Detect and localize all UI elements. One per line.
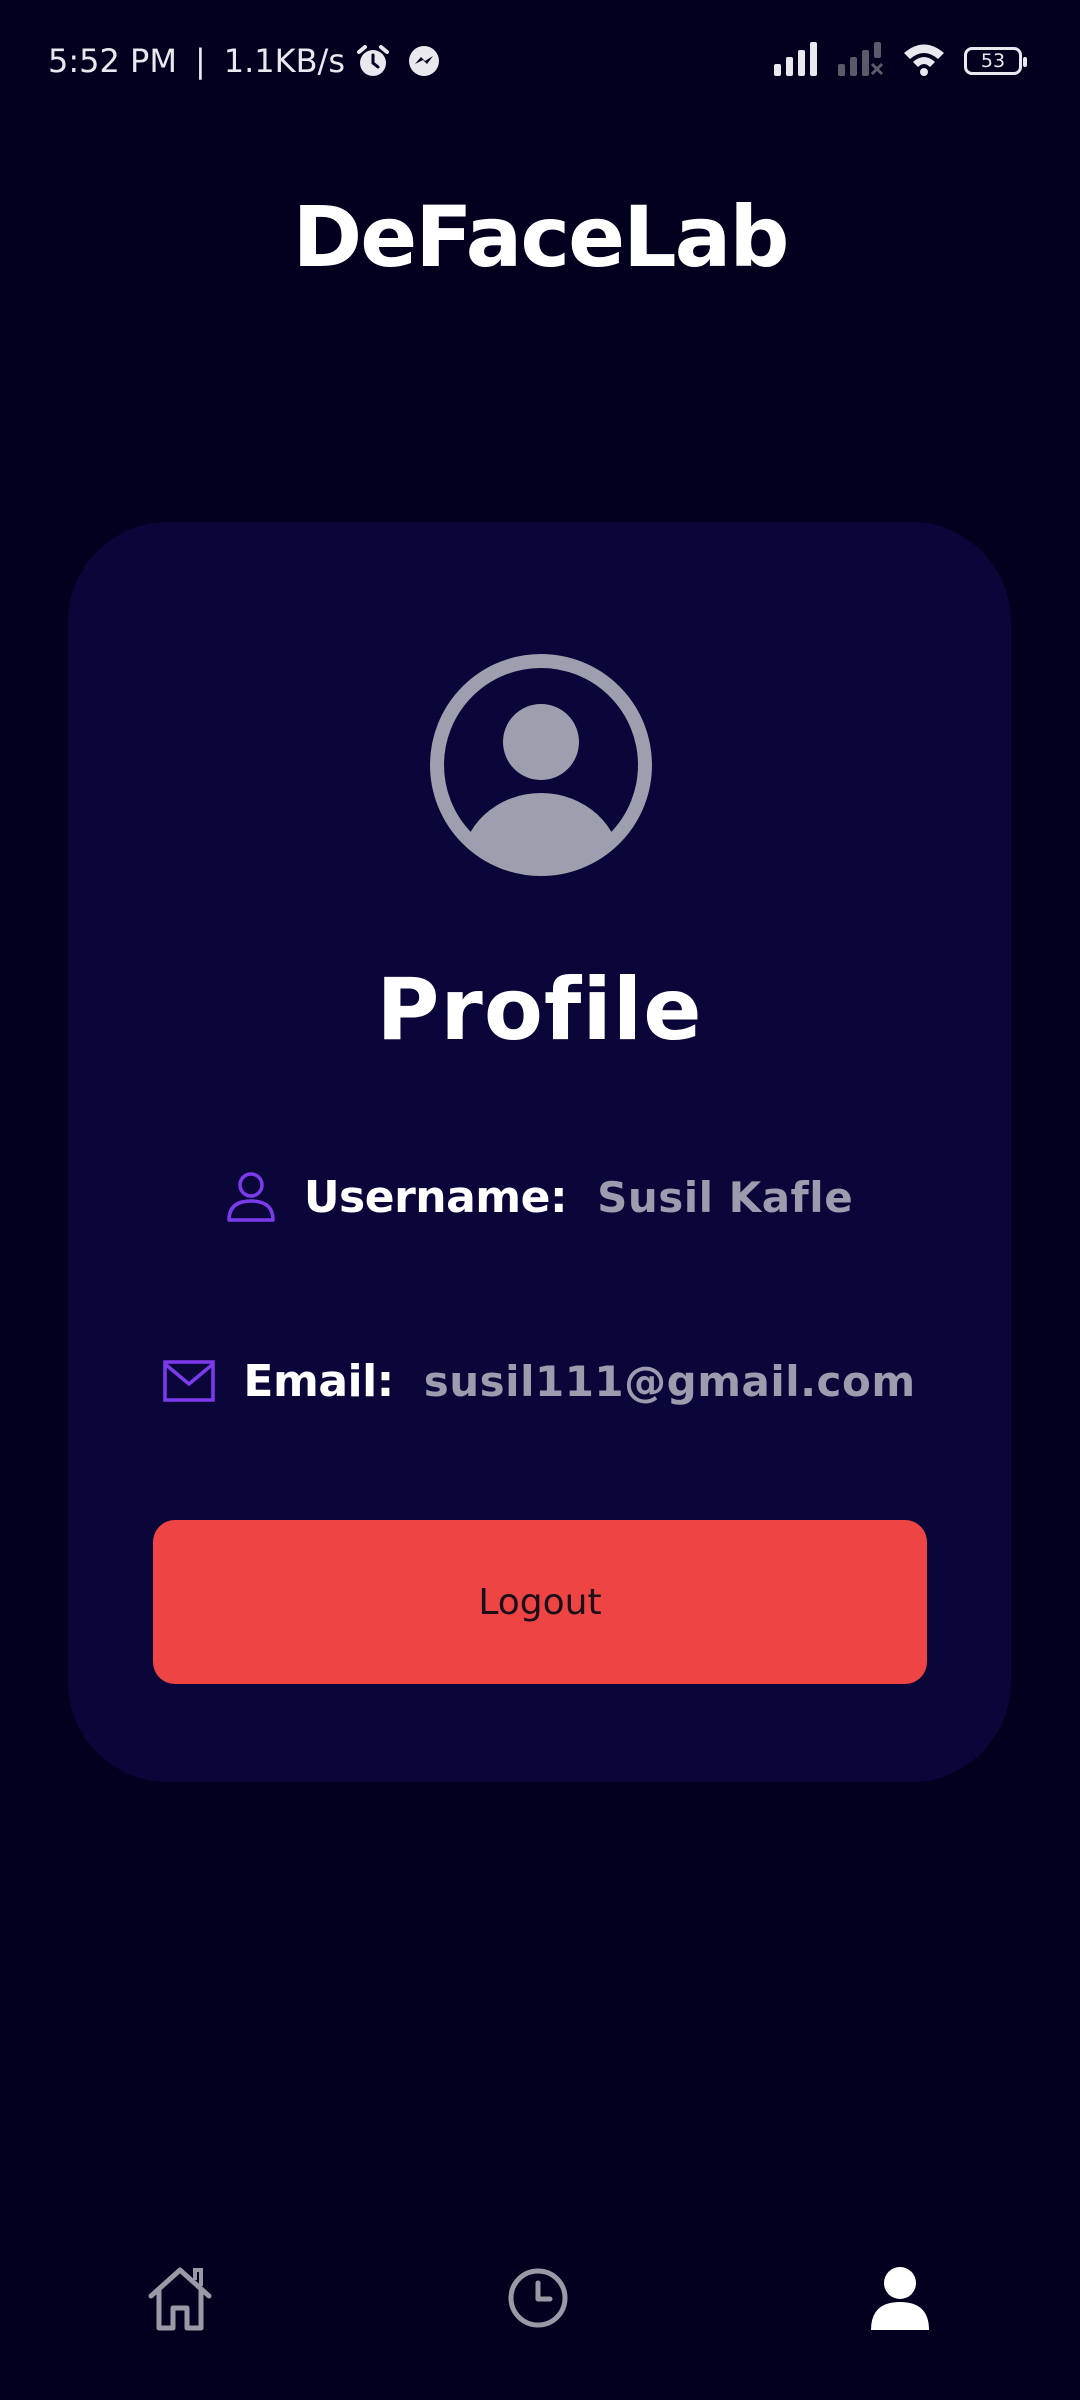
profile-icon <box>869 2266 931 2334</box>
app-title: DeFaceLab <box>292 188 790 286</box>
logout-button[interactable]: Logout <box>153 1520 927 1684</box>
signal-icon <box>774 42 820 80</box>
alarm-icon <box>355 43 391 79</box>
mail-icon <box>163 1360 216 1402</box>
bottom-nav <box>0 2240 1080 2360</box>
profile-heading: Profile <box>376 960 703 1060</box>
user-icon <box>226 1171 276 1223</box>
email-value: susil111@gmail.com <box>423 1356 916 1406</box>
status-network-speed: 1.1KB/s <box>223 42 345 80</box>
profile-card: Profile Username: Susil Kafle Email: sus… <box>68 522 1011 1782</box>
status-time: 5:52 PM <box>48 42 177 80</box>
status-bar: 5:52 PM | 1.1KB/s 53 <box>0 0 1080 120</box>
status-left: 5:52 PM | 1.1KB/s <box>48 36 441 86</box>
email-label: Email: <box>243 1355 394 1407</box>
battery-icon: 53 <box>964 47 1027 75</box>
wifi-icon <box>902 42 946 80</box>
nav-home[interactable] <box>120 2240 240 2360</box>
status-right: 53 <box>774 38 1027 84</box>
status-separator: | <box>194 42 206 80</box>
username-label: Username: <box>303 1171 568 1223</box>
history-icon <box>507 2267 569 2333</box>
messenger-icon <box>407 44 441 78</box>
nav-profile[interactable] <box>840 2240 960 2360</box>
home-icon <box>145 2264 215 2336</box>
username-row: Username: Susil Kafle <box>68 1162 1011 1232</box>
battery-level: 53 <box>980 50 1006 72</box>
username-value: Susil Kafle <box>597 1172 854 1222</box>
nav-history[interactable] <box>478 2240 598 2360</box>
email-row: Email: susil111@gmail.com <box>68 1346 1011 1416</box>
avatar-icon <box>428 652 654 878</box>
signal-no-service-icon <box>838 42 884 80</box>
